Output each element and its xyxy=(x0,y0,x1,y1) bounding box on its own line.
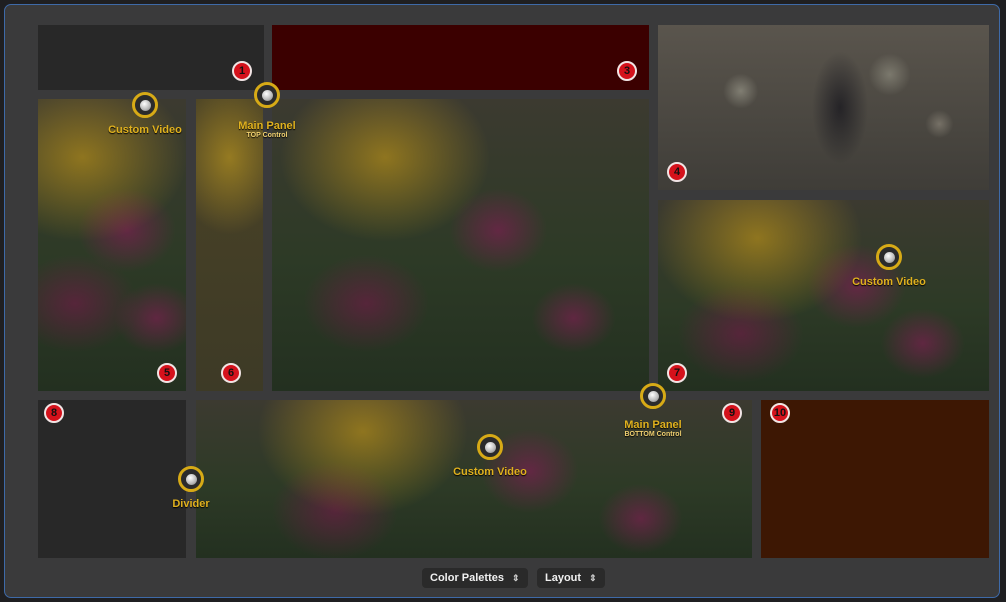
color-palettes-select[interactable]: Color Palettes ⇕ xyxy=(422,568,528,588)
panel-3[interactable] xyxy=(272,25,649,90)
knob-icon xyxy=(883,251,895,263)
layout-select[interactable]: Layout ⇕ xyxy=(537,568,605,588)
color-palettes-label: Color Palettes xyxy=(430,572,504,584)
custom-video-handle-right[interactable] xyxy=(876,244,902,270)
panel-8[interactable] xyxy=(38,400,186,558)
main-panel-top-handle[interactable] xyxy=(254,82,280,108)
panel-1[interactable] xyxy=(38,25,264,90)
badge-3: 3 xyxy=(617,61,637,81)
badge-8: 8 xyxy=(44,403,64,423)
custom-video-label-left: Custom Video xyxy=(108,124,182,136)
panel-5[interactable] xyxy=(38,99,186,391)
main-panel-bottom-label: Main Panel BOTTOM Control xyxy=(613,419,693,438)
panel-4[interactable] xyxy=(658,25,989,190)
panel-10[interactable] xyxy=(761,400,989,558)
knob-icon xyxy=(484,441,496,453)
top-control-label: TOP Control xyxy=(246,132,288,139)
main-panel[interactable] xyxy=(272,99,649,391)
badge-6: 6 xyxy=(221,363,241,383)
custom-video-handle-left[interactable] xyxy=(132,92,158,118)
main-panel-top-label: Main Panel TOP Control xyxy=(227,120,307,139)
custom-video-label-right: Custom Video xyxy=(852,276,926,288)
custom-video-label-center: Custom Video xyxy=(453,466,527,478)
main-panel-title-bottom: Main Panel xyxy=(624,419,682,431)
badge-7: 7 xyxy=(667,363,687,383)
bottom-control-label: BOTTOM Control xyxy=(624,431,682,438)
divider-handle[interactable] xyxy=(178,466,204,492)
knob-icon xyxy=(185,473,197,485)
layout-label: Layout xyxy=(545,572,582,584)
panel-7[interactable] xyxy=(658,200,989,391)
badge-4: 4 xyxy=(667,162,687,182)
divider-label: Divider xyxy=(172,498,210,510)
main-panel-title: Main Panel xyxy=(238,120,296,132)
layout-editor-frame: 1 3 4 5 6 7 8 9 10 Custom Video Main Pan… xyxy=(4,4,1000,598)
badge-9: 9 xyxy=(722,403,742,423)
up-down-chevron-icon: ⇕ xyxy=(511,572,520,583)
badge-10: 10 xyxy=(770,403,790,423)
panel-6[interactable] xyxy=(196,99,263,391)
knob-icon xyxy=(261,89,273,101)
badge-5: 5 xyxy=(157,363,177,383)
knob-icon xyxy=(647,390,659,402)
knob-icon xyxy=(139,99,151,111)
badge-1: 1 xyxy=(232,61,252,81)
main-panel-bottom-handle[interactable] xyxy=(640,383,666,409)
custom-video-handle-center[interactable] xyxy=(477,434,503,460)
up-down-chevron-icon: ⇕ xyxy=(589,572,597,583)
